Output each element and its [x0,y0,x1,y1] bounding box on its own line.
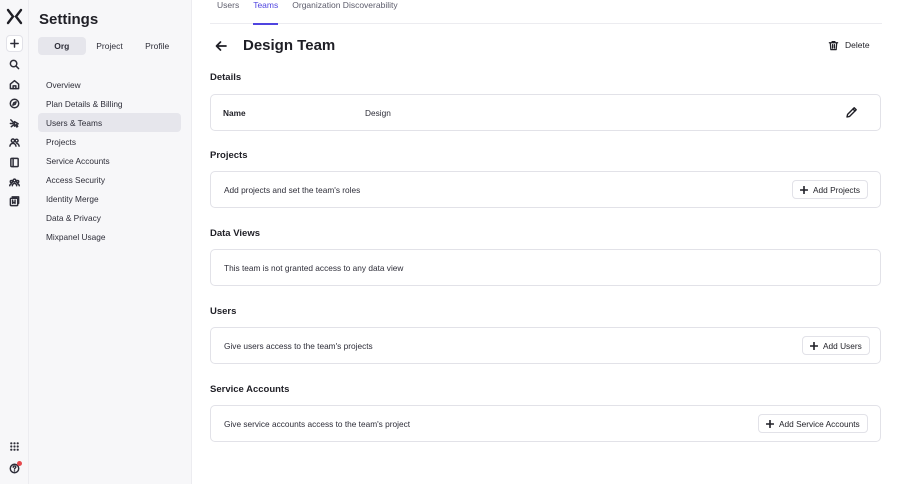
bookmark-icon[interactable] [6,193,23,210]
name-value: Design [365,107,391,118]
service-accounts-card: Give service accounts access to the team… [210,405,881,442]
users-icon[interactable] [6,134,23,151]
add-users-label: Add Users [823,340,862,351]
sidebar-item-overview[interactable]: Overview [38,75,181,94]
trash-icon [828,40,839,50]
search-icon[interactable] [6,56,23,73]
help-icon[interactable] [6,460,23,477]
users-card: Give users access to the team's projects… [210,327,881,364]
lightning-icon[interactable] [6,115,23,132]
projects-card: Add projects and set the team's roles Ad… [210,171,881,208]
icon-rail [0,0,29,484]
settings-sidebar: Settings Org Project Profile Overview Pl… [29,0,192,484]
tab-teams[interactable]: Teams [246,0,285,25]
data-views-card: This team is not granted access to any d… [210,249,881,286]
plus-icon [766,419,774,428]
sidebar-item-projects[interactable]: Projects [38,132,181,151]
main-content: Users Teams Organization Discoverability… [192,0,900,484]
data-views-section-title: Data Views [210,228,260,239]
plus-icon [810,341,818,350]
book-icon[interactable] [6,154,23,171]
mixpanel-logo-icon[interactable] [6,8,23,25]
service-accounts-section-title: Service Accounts [210,384,290,395]
projects-description: Add projects and set the team's roles [224,184,361,195]
sidebar-item-access-security[interactable]: Access Security [38,170,181,189]
users-section-title: Users [210,306,237,317]
back-arrow-icon[interactable] [214,39,228,53]
apps-grid-icon[interactable] [6,438,23,455]
name-label: Name [223,107,246,118]
home-icon[interactable] [6,76,23,93]
projects-section-title: Projects [210,150,248,161]
add-projects-button[interactable]: Add Projects [792,180,869,199]
settings-scope-switcher: Org Project Profile [38,37,181,55]
settings-nav: Overview Plan Details & Billing Users & … [38,75,181,246]
sidebar-item-mixpanel-usage[interactable]: Mixpanel Usage [38,227,181,246]
segment-project[interactable]: Project [86,37,134,55]
team-icon[interactable] [6,174,23,191]
notification-dot [17,461,22,466]
add-projects-label: Add Projects [813,184,861,195]
sidebar-item-users-teams[interactable]: Users & Teams [38,113,181,132]
tab-users[interactable]: Users [210,0,246,24]
segment-org[interactable]: Org [38,37,86,55]
page-title: Design Team [243,37,336,54]
segment-profile[interactable]: Profile [133,37,181,55]
delete-button[interactable]: Delete [828,38,870,52]
users-teams-tabs: Users Teams Organization Discoverability [210,0,882,25]
sidebar-item-identity-merge[interactable]: Identity Merge [38,189,181,208]
service-accounts-description: Give service accounts access to the team… [224,418,411,429]
add-service-accounts-label: Add Service Accounts [779,418,860,429]
plus-icon[interactable] [6,35,23,52]
details-section-title: Details [210,72,242,83]
sidebar-item-data-privacy[interactable]: Data & Privacy [38,208,181,227]
tab-organization-discoverability[interactable]: Organization Discoverability [285,0,404,24]
pencil-icon[interactable] [845,106,858,119]
sidebar-title: Settings [39,11,99,28]
compass-icon[interactable] [6,95,23,112]
data-views-description: This team is not granted access to any d… [224,262,404,273]
details-card: Name Design [210,94,881,131]
sidebar-item-plan-billing[interactable]: Plan Details & Billing [38,94,181,113]
delete-label: Delete [845,40,870,50]
plus-icon [800,185,808,194]
sidebar-item-service-accounts[interactable]: Service Accounts [38,151,181,170]
users-description: Give users access to the team's projects [224,340,373,351]
add-service-accounts-button[interactable]: Add Service Accounts [758,414,868,433]
add-users-button[interactable]: Add Users [802,336,870,355]
